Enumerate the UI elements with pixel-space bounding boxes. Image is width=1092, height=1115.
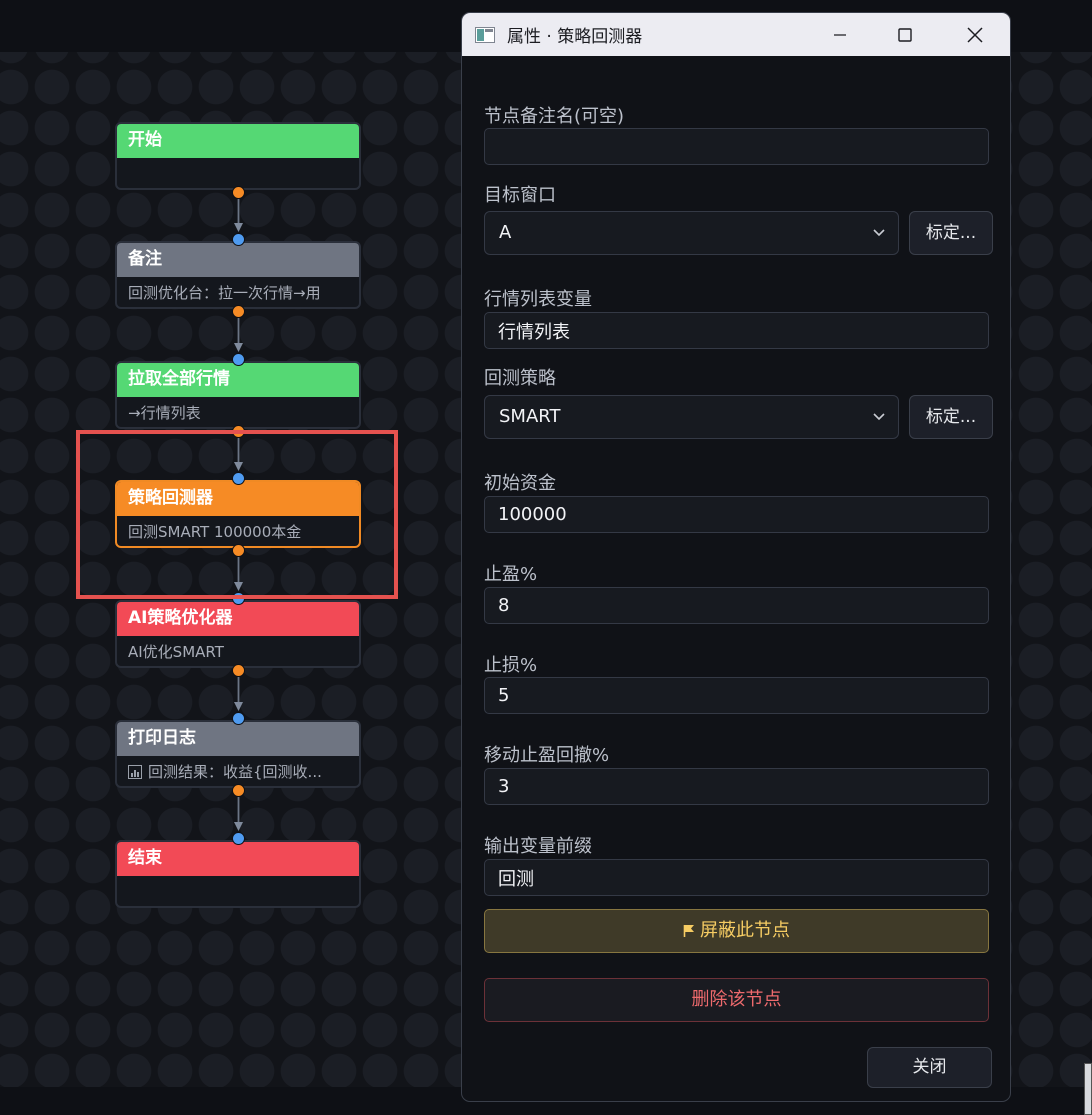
capital-label: 初始资金 (484, 473, 556, 494)
output-port[interactable] (232, 664, 245, 677)
input-port[interactable] (232, 353, 245, 366)
window-edge (1084, 1063, 1092, 1115)
output-prefix-input[interactable] (484, 859, 989, 896)
note-label: 节点备注名(可空) (484, 106, 625, 127)
minimize-icon (834, 33, 846, 36)
target-window-select[interactable]: A (484, 211, 899, 255)
market-var-label: 行情列表变量 (484, 289, 592, 310)
selection-highlight (76, 430, 398, 599)
node-subtitle-text: 回测优化台：拉一次行情→用 (128, 284, 321, 302)
input-port[interactable] (232, 712, 245, 725)
mask-node-label: 屏蔽此节点 (700, 920, 790, 941)
take-profit-label: 止盈% (484, 564, 538, 585)
edge-arrow-icon (234, 702, 243, 711)
take-profit-input[interactable] (484, 587, 989, 624)
maximize-button[interactable] (877, 13, 933, 56)
note-input[interactable] (484, 128, 989, 165)
output-port[interactable] (232, 305, 245, 318)
strategy-select[interactable]: SMART (484, 395, 899, 439)
flag-icon (683, 925, 694, 937)
node-title: 结束 (117, 842, 359, 876)
app-icon (475, 26, 495, 43)
node-subtitle-text: AI优化SMART (128, 643, 224, 661)
input-port[interactable] (232, 233, 245, 246)
trailing-stop-label: 移动止盈回撤% (484, 745, 610, 766)
flow-node[interactable]: AI策略优化器 AI优化SMART (115, 600, 361, 668)
output-port[interactable] (232, 186, 245, 199)
close-button[interactable]: 关闭 (867, 1047, 992, 1088)
target-window-calibrate-button[interactable]: 标定... (909, 211, 993, 255)
output-port[interactable] (232, 784, 245, 797)
strategy-label: 回测策略 (484, 368, 556, 389)
properties-dialog: 属性 · 策略回测器 节点备注名(可空) 目标窗口 A 标定... 行情列表变量… (461, 12, 1011, 1102)
market-var-input[interactable] (484, 312, 989, 349)
flow-node[interactable]: 备注回测优化台：拉一次行情→用 (115, 241, 361, 309)
stop-loss-input[interactable] (484, 677, 989, 714)
flow-node[interactable]: 开始 (115, 122, 361, 190)
stop-loss-label: 止损% (484, 655, 538, 676)
edge-arrow-icon (234, 822, 243, 831)
capital-input[interactable] (484, 496, 989, 533)
close-window-button[interactable] (947, 13, 1003, 56)
node-title: 拉取全部行情 (117, 363, 359, 397)
flow-node[interactable]: 打印日志回测结果：收益{回测收... (115, 720, 361, 788)
dialog-titlebar[interactable]: 属性 · 策略回测器 (462, 13, 1010, 56)
minimize-button[interactable] (812, 13, 868, 56)
trailing-stop-input[interactable] (484, 768, 989, 805)
node-subtitle-text: →行情列表 (128, 404, 201, 422)
target-window-value: A (499, 222, 512, 243)
chevron-down-icon (873, 229, 885, 237)
input-port[interactable] (232, 832, 245, 845)
dialog-title: 属性 · 策略回测器 (507, 27, 643, 47)
chevron-down-icon (873, 413, 885, 421)
strategy-value: SMART (499, 406, 561, 427)
mask-node-button[interactable]: 屏蔽此节点 (484, 909, 989, 953)
maximize-icon (898, 27, 912, 42)
node-title: 开始 (117, 124, 359, 158)
node-title: 打印日志 (117, 722, 359, 756)
edge-arrow-icon (234, 343, 243, 352)
flow-node[interactable]: 结束 (115, 840, 361, 908)
bar-chart-icon (128, 765, 142, 779)
node-subtitle (117, 876, 359, 906)
output-prefix-label: 输出变量前缀 (484, 836, 592, 857)
flow-node[interactable]: 拉取全部行情 →行情列表 (115, 361, 361, 429)
close-icon (967, 26, 983, 43)
edge-arrow-icon (234, 223, 243, 232)
node-subtitle-text: 回测结果：收益{回测收... (148, 763, 322, 781)
node-title: 备注 (117, 243, 359, 277)
delete-node-button[interactable]: 删除该节点 (484, 978, 989, 1022)
node-title: AI策略优化器 (117, 602, 359, 636)
target-window-label: 目标窗口 (484, 185, 556, 206)
strategy-calibrate-button[interactable]: 标定... (909, 395, 993, 439)
